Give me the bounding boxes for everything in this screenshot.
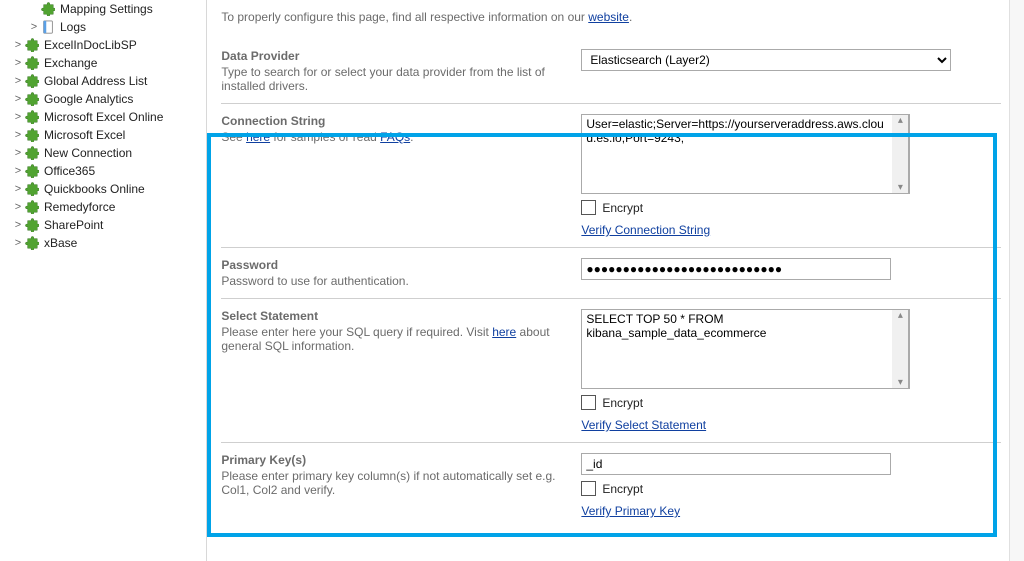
config-panel: To properly configure this page, find al… (207, 0, 1009, 561)
puzzle-icon (24, 74, 40, 88)
pk-encrypt-checkbox[interactable] (581, 481, 596, 496)
tree-item[interactable]: > Office365 (4, 162, 206, 180)
tree-item[interactable]: > SharePoint (4, 216, 206, 234)
tree-item-label: Microsoft Excel (44, 128, 125, 142)
tree-item[interactable]: > Microsoft Excel Online (4, 108, 206, 126)
tree-item[interactable]: > Exchange (4, 54, 206, 72)
tree-item[interactable]: > Global Address List (4, 72, 206, 90)
tree-expand-icon[interactable]: > (12, 147, 24, 159)
primary-key-input[interactable] (581, 453, 891, 475)
connection-string-input[interactable]: User=elastic;Server=https://yourserverad… (581, 114, 892, 194)
puzzle-icon (24, 218, 40, 232)
select-stmt-desc: Please enter here your SQL query if requ… (221, 325, 569, 353)
data-provider-title: Data Provider (221, 49, 569, 65)
tree-item-label: Google Analytics (44, 92, 133, 106)
puzzle-icon (24, 56, 40, 70)
puzzle-icon (24, 92, 40, 106)
tree-expand-icon[interactable]: > (12, 111, 24, 123)
select-stmt-title: Select Statement (221, 309, 569, 325)
tree-item-label: Microsoft Excel Online (44, 110, 163, 124)
tree-item[interactable]: > Microsoft Excel (4, 126, 206, 144)
connection-string-desc: See here for samples or read FAQs. (221, 130, 569, 144)
puzzle-icon (24, 128, 40, 142)
tree-expand-icon[interactable]: > (12, 219, 24, 231)
tree-expand-icon[interactable]: > (12, 57, 24, 69)
tree-expand-icon[interactable]: > (12, 237, 24, 249)
tree-item-label: Global Address List (44, 74, 147, 88)
primary-key-desc: Please enter primary key column(s) if no… (221, 469, 569, 497)
conn-encrypt-label: Encrypt (602, 201, 643, 215)
select-encrypt-checkbox[interactable] (581, 395, 596, 410)
data-provider-select[interactable]: Elasticsearch (Layer2) (581, 49, 951, 71)
puzzle-icon (24, 110, 40, 124)
tree-item[interactable]: > New Connection (4, 144, 206, 162)
tree-item[interactable]: > Quickbooks Online (4, 180, 206, 198)
tree-expand-icon[interactable]: > (28, 21, 40, 33)
tree-expand-icon[interactable]: > (12, 93, 24, 105)
password-desc: Password to use for authentication. (221, 274, 569, 288)
pk-encrypt-label: Encrypt (602, 482, 643, 496)
tree-expand-icon[interactable]: > (12, 165, 24, 177)
intro-text: To properly configure this page, find al… (221, 4, 1001, 30)
tree-item-label: xBase (44, 236, 77, 250)
tree-item-label: Office365 (44, 164, 95, 178)
tree-item-label: ExcelInDocLibSP (44, 38, 137, 52)
tree-expand-icon[interactable]: > (12, 183, 24, 195)
right-edge-strip (1009, 0, 1024, 561)
puzzle-icon (24, 164, 40, 178)
connection-string-title: Connection String (221, 114, 569, 130)
tree-item-label: Logs (60, 20, 86, 34)
password-input[interactable] (581, 258, 891, 280)
puzzle-icon (24, 182, 40, 196)
puzzle-icon (24, 236, 40, 250)
tree-item-label: Mapping Settings (60, 2, 153, 16)
conn-encrypt-checkbox[interactable] (581, 200, 596, 215)
conn-here-link[interactable]: here (246, 130, 270, 144)
data-provider-desc: Type to search for or select your data p… (221, 65, 569, 93)
tree-expand-icon[interactable]: > (12, 201, 24, 213)
tree-expand-icon[interactable]: > (12, 75, 24, 87)
tree-item[interactable]: > Remedyforce (4, 198, 206, 216)
puzzle-icon (24, 200, 40, 214)
tree-expand-icon[interactable]: > (12, 39, 24, 51)
puzzle-icon (24, 38, 40, 52)
verify-primary-key-link[interactable]: Verify Primary Key (581, 504, 680, 518)
conn-faqs-link[interactable]: FAQs (380, 130, 410, 144)
select-stmt-input[interactable]: SELECT TOP 50 * FROM kibana_sample_data_… (581, 309, 892, 389)
tree-item[interactable]: > xBase (4, 234, 206, 252)
select-encrypt-label: Encrypt (602, 396, 643, 410)
tree-item-label: New Connection (44, 146, 132, 160)
intro-prefix: To properly configure this page, find al… (221, 10, 588, 24)
tree-item[interactable]: > Logs (4, 18, 206, 36)
verify-connection-string-link[interactable]: Verify Connection String (581, 223, 710, 237)
nav-tree: Mapping Settings > Logs > ExcelInDocLibSP > Ex… (0, 0, 207, 561)
scrollbar[interactable]: ▴▾ (892, 114, 909, 194)
tree-expand-icon[interactable]: > (12, 129, 24, 141)
tree-item[interactable]: > ExcelInDocLibSP (4, 36, 206, 54)
primary-key-title: Primary Key(s) (221, 453, 569, 469)
intro-suffix: . (629, 10, 632, 24)
tree-item[interactable]: > Google Analytics (4, 90, 206, 108)
puzzle-icon (24, 146, 40, 160)
tree-item-label: Exchange (44, 56, 97, 70)
password-title: Password (221, 258, 569, 274)
tree-item[interactable]: Mapping Settings (4, 0, 206, 18)
puzzle-icon (40, 2, 56, 16)
notebook-icon (40, 20, 56, 34)
tree-item-label: Remedyforce (44, 200, 115, 214)
verify-select-stmt-link[interactable]: Verify Select Statement (581, 418, 706, 432)
tree-item-label: Quickbooks Online (44, 182, 145, 196)
tree-item-label: SharePoint (44, 218, 103, 232)
select-here-link[interactable]: here (492, 325, 516, 339)
intro-website-link[interactable]: website (588, 10, 629, 24)
scrollbar[interactable]: ▴▾ (892, 309, 909, 389)
